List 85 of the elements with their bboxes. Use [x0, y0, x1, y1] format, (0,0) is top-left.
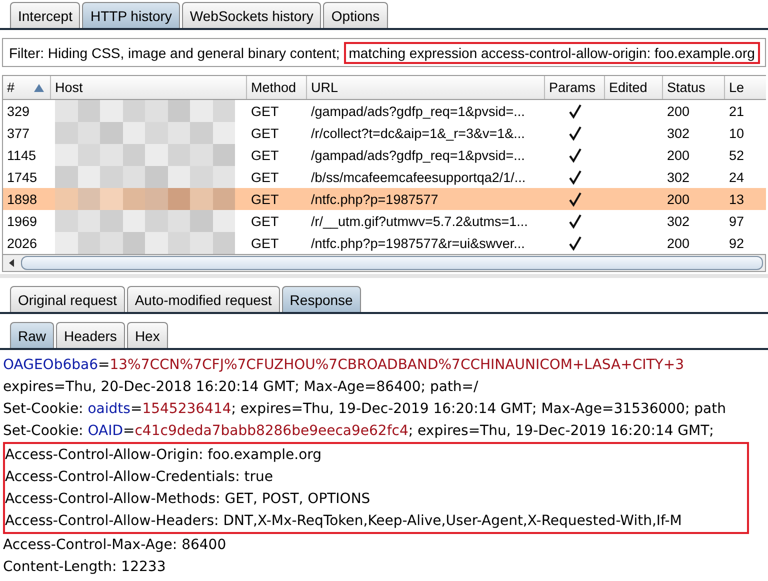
column-label: # — [7, 80, 15, 95]
table-cell-text: 200 — [666, 190, 691, 208]
column-header[interactable]: Params — [545, 76, 605, 99]
column-header[interactable]: # — [3, 76, 51, 99]
filter-description: Filter: Hiding CSS, image and general binary content; — [9, 44, 340, 60]
scrollbar-thumb[interactable] — [21, 256, 763, 270]
table-row[interactable]: 329 GET /gampad/ads?gdfp_req=1&pvsid=... 200 21 — [3, 100, 766, 122]
table-row[interactable]: 2026 GET /ntfc.php?p=1987577&r=ui&swver... 200 92 — [3, 232, 766, 254]
table-cell-text: 377 — [6, 124, 31, 142]
response-line: Set-Cookie: oaidts=1545236414; expires=Thu, 19-Dec-2019 16:20:14 GMT; Max-Age=31536000; path — [3, 400, 727, 419]
table-cell-text: 302 — [666, 168, 691, 186]
table-cell-text: /ntfc.php?p=1987577&r=ui&swver... — [310, 234, 526, 253]
tab[interactable]: WebSockets history — [182, 2, 322, 28]
table-cell-text: /r/collect?t=dc&aip=1&_r=3&v=1&... — [310, 124, 526, 143]
column-label: Params — [549, 80, 596, 95]
table-cell-text: 200 — [666, 234, 691, 252]
tab[interactable]: HTTP history — [82, 2, 180, 28]
response-line: OAGEOb6ba6=13%7CCN%7CFJ%7CFUZHOU%7CBROADBAND%7CCHINAUNICOM+LASA+CITY+3 — [3, 356, 685, 375]
tab[interactable]: Auto-modified request — [126, 286, 280, 312]
table-cell-text: 200 — [666, 102, 691, 120]
tab[interactable]: Response — [282, 286, 361, 312]
column-header[interactable]: Edited — [605, 76, 663, 99]
column-label: Method — [251, 80, 296, 95]
scroll-left-icon[interactable] — [7, 258, 17, 268]
table-cell-text: 1969 — [6, 212, 38, 230]
table-row[interactable]: 377 GET /r/collect?t=dc&aip=1&_r=3&v=1&... 302 10 — [3, 122, 766, 144]
table-cell-text: GET — [250, 190, 280, 208]
table-row[interactable]: 1898 GET /ntfc.php?p=1987577 200 13 — [3, 188, 766, 210]
column-header[interactable]: Status — [663, 76, 725, 99]
table-cell-text: /gampad/ads?gdfp_req=1&pvsid=... — [310, 102, 526, 121]
table-cell-text: /gampad/ads?gdfp_req=1&pvsid=... — [310, 146, 526, 165]
table-row[interactable]: 1969 GET /r/__utm.gif?utmwv=5.7.2&utms=1... 302 97 — [3, 210, 766, 232]
table-row[interactable]: 1145 GET /gampad/ads?gdfp_req=1&pvsid=... 200 52 — [3, 144, 766, 166]
table-cell-text: /ntfc.php?p=1987577 — [310, 190, 440, 209]
table-cell-text: GET — [250, 102, 280, 120]
response-line: Set-Cookie: OAID=c41c9deda7babb8286be9eeca9e62fc4; expires=Thu, 19-Dec-2019 16:20:14 GMT; — [3, 422, 715, 441]
table-cell-text: 24 — [728, 168, 746, 186]
table-cell-text: GET — [250, 212, 280, 230]
table-cell-text: 92 — [728, 234, 746, 252]
table-cell-text: 52 — [728, 146, 746, 164]
response-line: Access-Control-Allow-Credentials: true — [5, 468, 274, 487]
filter-expression: matching expression access-control-allow-origin: foo.example.org — [344, 42, 760, 64]
table-cell-text: 10 — [728, 124, 746, 142]
table-cell-text: 2026 — [6, 234, 38, 252]
response-line: Access-Control-Allow-Origin: foo.example.org — [5, 446, 323, 465]
filter-bar[interactable]: Filter: Hiding CSS, image and general binary content; matching expression access-control-allow-origin: foo.example.org — [2, 38, 766, 67]
table-cell-text: GET — [250, 146, 280, 164]
sort-ascending-icon — [34, 84, 44, 92]
response-line: expires=Thu, 20-Dec-2018 16:20:14 GMT; Max-Age=86400; path=/ — [3, 378, 480, 397]
table-cell-text: 329 — [6, 102, 31, 120]
tab[interactable]: Options — [323, 2, 388, 28]
tab[interactable]: Headers — [56, 322, 125, 348]
tab[interactable]: Intercept — [10, 2, 80, 28]
tab[interactable]: Raw — [10, 322, 54, 348]
response-line: Access-Control-Allow-Headers: DNT,X-Mx-ReqToken,Keep-Alive,User-Agent,X-Requested-With,If-M — [5, 512, 683, 531]
response-line: Access-Control-Allow-Methods: GET, POST, OPTIONS — [5, 490, 372, 509]
table-cell-text: 97 — [728, 212, 746, 230]
column-header[interactable]: Host — [51, 76, 247, 99]
column-label: Le — [729, 80, 744, 95]
table-cell-text: 1145 — [6, 146, 38, 164]
column-header[interactable]: Method — [247, 76, 307, 99]
column-label: Host — [55, 80, 83, 95]
column-label: Status — [667, 80, 706, 95]
table-cell-text: /r/__utm.gif?utmwv=5.7.2&utms=1... — [310, 212, 529, 231]
table-cell-text: GET — [250, 234, 280, 252]
table-cell-text: 302 — [666, 212, 691, 230]
table-cell-text: 1898 — [6, 190, 38, 208]
column-header[interactable]: Le — [725, 76, 765, 99]
table-row[interactable]: 1745 GET /b/ss/mcafeemcafeesupportqa2/1/... 302 24 — [3, 166, 766, 188]
table-cell-text: /b/ss/mcafeemcafeesupportqa2/1/... — [310, 168, 527, 187]
tab[interactable]: Hex — [126, 322, 168, 348]
response-line: Access-Control-Max-Age: 86400 — [3, 536, 228, 555]
tab[interactable]: Original request — [10, 286, 125, 312]
table-cell-text: GET — [250, 168, 280, 186]
column-label: Edited — [609, 80, 648, 95]
horizontal-scrollbar[interactable] — [2, 254, 766, 272]
table-cell-text: 13 — [728, 190, 746, 208]
column-label: URL — [311, 80, 338, 95]
table-cell-text: 21 — [728, 102, 746, 120]
table-cell-text: 200 — [666, 146, 691, 164]
table-cell-text: 1745 — [6, 168, 38, 186]
column-header[interactable]: URL — [307, 76, 545, 99]
table-cell-text: GET — [250, 124, 280, 142]
table-cell-text: 302 — [666, 124, 691, 142]
response-line: Content-Length: 12233 — [3, 558, 167, 577]
